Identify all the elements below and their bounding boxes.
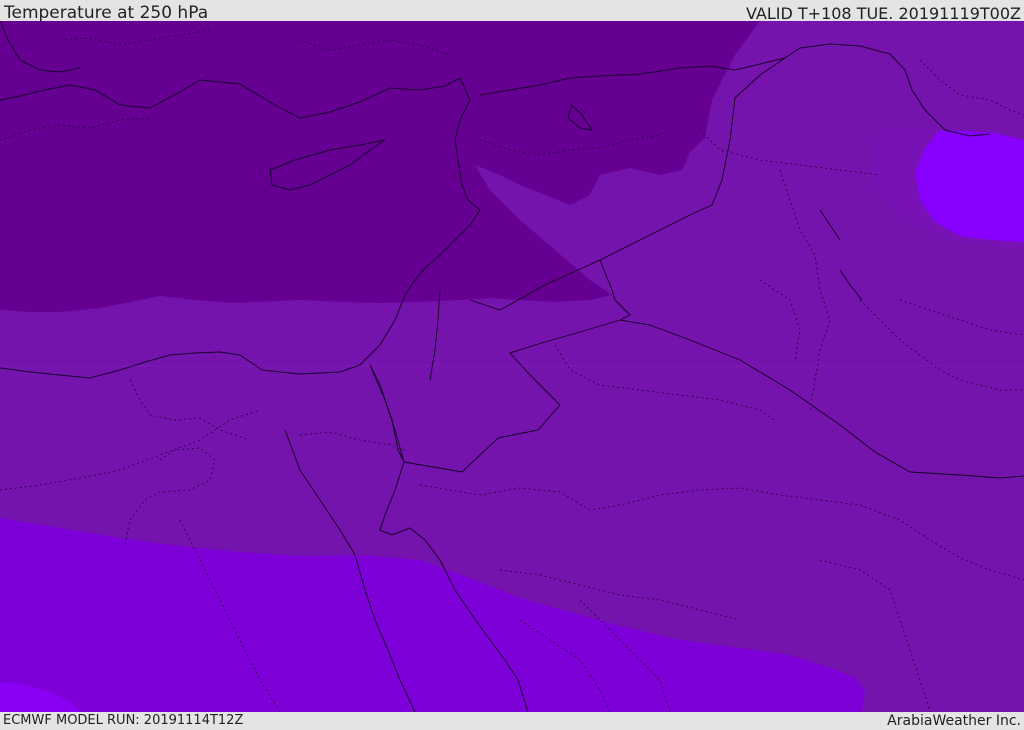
map-canvas — [0, 21, 1024, 712]
model-run-label: ECMWF MODEL RUN: 20191114T12Z — [3, 713, 244, 728]
map-footer: ECMWF MODEL RUN: 20191114T12Z ArabiaWeat… — [0, 712, 1024, 729]
map-header: Temperature at 250 hPa VALID T+108 TUE. … — [0, 0, 1024, 23]
brand-label: ArabiaWeather Inc. — [887, 713, 1021, 729]
map-title: Temperature at 250 hPa — [4, 3, 209, 23]
weather-map[interactable] — [0, 21, 1024, 712]
